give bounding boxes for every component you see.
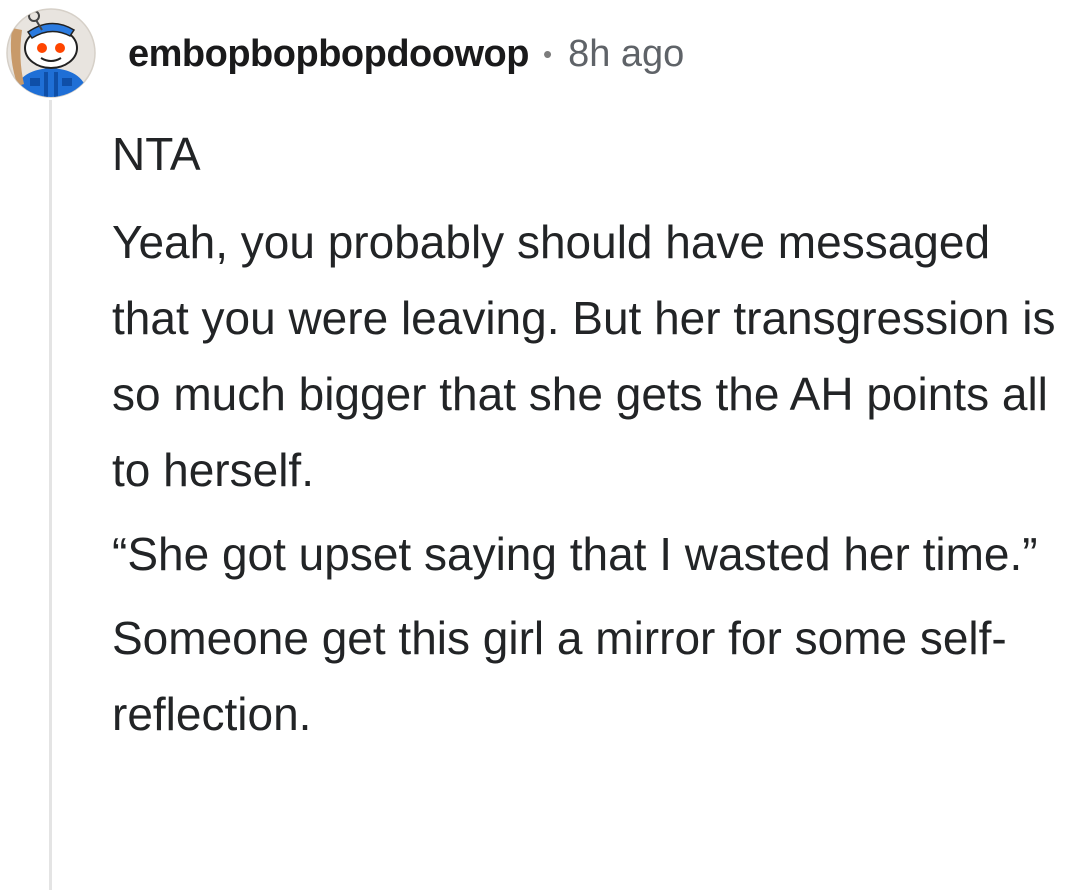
comment-paragraph: Yeah, you probably should have messaged … [112,216,1056,496]
comment-paragraph: NTA [112,128,201,180]
avatar[interactable] [6,8,96,98]
comment-header: embopbopbopdoowop • 8h ago [128,24,684,84]
comment-paragraph: “She got upset saying that I wasted her … [112,528,1038,580]
comment-paragraph: Someone get this girl a mirror for some … [112,612,1007,740]
thread-collapse-line[interactable] [49,100,52,890]
snoo-avatar-icon [6,8,96,98]
comment-card: embopbopbopdoowop • 8h ago NTA Yeah, you… [0,0,1080,890]
separator-dot: • [542,38,553,69]
timestamp[interactable]: 8h ago [568,33,684,76]
comment-body: NTA Yeah, you probably should have messa… [112,116,1072,760]
username-link[interactable]: embopbopbopdoowop [128,33,529,76]
